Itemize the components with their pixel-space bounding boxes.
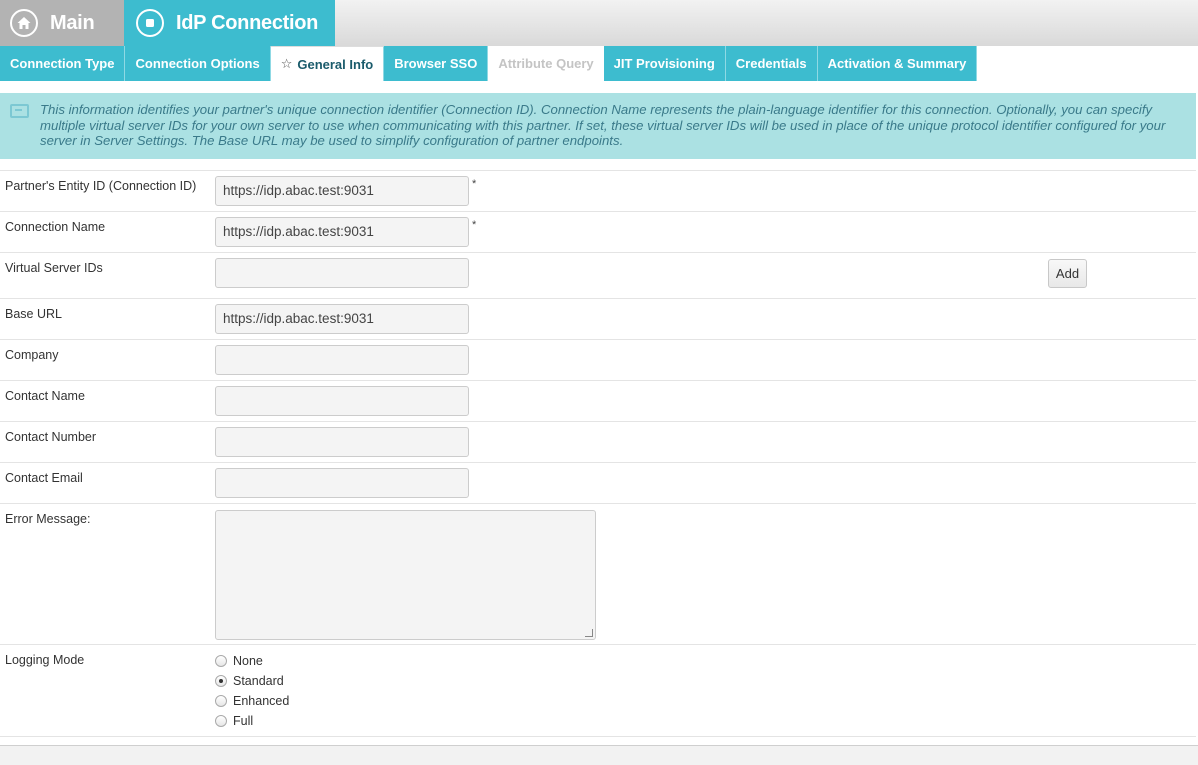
radio-enhanced[interactable] xyxy=(215,695,227,707)
row-company: Company xyxy=(0,339,1196,380)
required-marker: * xyxy=(472,219,477,231)
tab-browser-sso[interactable]: Browser SSO xyxy=(384,46,489,81)
connection-name-label: Connection Name xyxy=(5,220,106,234)
tab-label: Credentials xyxy=(735,56,807,71)
radio-full[interactable] xyxy=(215,715,227,727)
stop-circle-icon xyxy=(136,9,164,37)
logging-mode-enhanced[interactable]: Enhanced xyxy=(215,691,289,711)
info-box: This information identifies your partner… xyxy=(0,93,1196,159)
tab-bar: Connection Type Connection Options ☆ Gen… xyxy=(0,46,978,81)
row-error-message: Error Message: xyxy=(0,503,1196,644)
contact-email-input[interactable] xyxy=(215,468,469,498)
general-info-form: Partner's Entity ID (Connection ID) http… xyxy=(0,170,1196,737)
tab-activation-summary[interactable]: Activation & Summary xyxy=(817,46,978,81)
radio-none[interactable] xyxy=(215,655,227,667)
company-label: Company xyxy=(5,348,59,362)
logging-mode-label: Logging Mode xyxy=(5,653,85,667)
error-message-textarea[interactable] xyxy=(215,510,596,640)
row-contact-name: Contact Name xyxy=(0,380,1196,421)
tab-label: Connection Options xyxy=(135,56,260,71)
logging-mode-full[interactable]: Full xyxy=(215,711,289,731)
tab-label: JIT Provisioning xyxy=(613,56,715,71)
breadcrumb-idp-label: IdP Connection xyxy=(176,11,319,34)
base-url-input[interactable]: https://idp.abac.test:9031 xyxy=(215,304,469,334)
contact-number-input[interactable] xyxy=(215,427,469,457)
row-contact-email: Contact Email xyxy=(0,462,1196,503)
company-input[interactable] xyxy=(215,345,469,375)
tab-credentials[interactable]: Credentials xyxy=(725,46,818,81)
row-connection-name: Connection Name https://idp.abac.test:90… xyxy=(0,211,1196,252)
info-panel-icon xyxy=(10,104,29,118)
radio-label: None xyxy=(233,654,263,668)
required-marker: * xyxy=(472,178,477,190)
radio-standard[interactable] xyxy=(215,675,227,687)
contact-name-label: Contact Name xyxy=(5,389,85,403)
breadcrumb-idp-connection[interactable]: IdP Connection xyxy=(124,0,335,46)
tab-label: General Info xyxy=(297,56,374,72)
breadcrumb-main[interactable]: Main xyxy=(0,0,124,46)
virtual-server-ids-input[interactable] xyxy=(215,258,469,288)
row-entity-id: Partner's Entity ID (Connection ID) http… xyxy=(0,170,1196,211)
tab-label: Attribute Query xyxy=(498,56,594,71)
virtual-server-ids-label: Virtual Server IDs xyxy=(5,261,103,275)
tab-connection-options[interactable]: Connection Options xyxy=(125,46,271,81)
tab-general-info[interactable]: ☆ General Info xyxy=(270,46,385,81)
star-icon: ☆ xyxy=(280,56,293,71)
breadcrumb-main-label: Main xyxy=(50,11,95,34)
row-base-url: Base URL https://idp.abac.test:9031 xyxy=(0,298,1196,339)
add-virtual-server-id-button[interactable]: Add xyxy=(1048,259,1087,288)
radio-label: Standard xyxy=(233,674,284,688)
tab-jit-provisioning[interactable]: JIT Provisioning xyxy=(603,46,726,81)
info-text: This information identifies your partner… xyxy=(40,102,1166,148)
tab-label: Browser SSO xyxy=(394,56,478,71)
row-contact-number: Contact Number xyxy=(0,421,1196,462)
home-icon xyxy=(10,9,38,37)
contact-number-label: Contact Number xyxy=(5,430,97,444)
tab-label: Connection Type xyxy=(10,56,115,71)
tab-attribute-query: Attribute Query xyxy=(488,46,604,81)
error-message-label: Error Message: xyxy=(5,512,91,526)
page-footer xyxy=(0,745,1198,765)
form-bottom-divider xyxy=(0,736,1196,737)
logging-mode-none[interactable]: None xyxy=(215,651,289,671)
entity-id-input[interactable]: https://idp.abac.test:9031 xyxy=(215,176,469,206)
tab-connection-type[interactable]: Connection Type xyxy=(0,46,126,81)
radio-label: Enhanced xyxy=(233,694,290,708)
tab-label: Activation & Summary xyxy=(827,56,967,71)
resize-grip-icon[interactable] xyxy=(585,629,593,637)
row-logging-mode: Logging Mode None Standard Enhanced Full xyxy=(0,644,1196,736)
base-url-label: Base URL xyxy=(5,307,62,321)
logging-mode-standard[interactable]: Standard xyxy=(215,671,289,691)
logging-mode-radio-group: None Standard Enhanced Full xyxy=(215,651,289,731)
radio-label: Full xyxy=(233,714,254,728)
connection-name-input[interactable]: https://idp.abac.test:9031 xyxy=(215,217,469,247)
contact-name-input[interactable] xyxy=(215,386,469,416)
entity-id-label: Partner's Entity ID (Connection ID) xyxy=(5,179,197,193)
row-virtual-server-ids: Virtual Server IDs Add xyxy=(0,252,1196,298)
contact-email-label: Contact Email xyxy=(5,471,83,485)
